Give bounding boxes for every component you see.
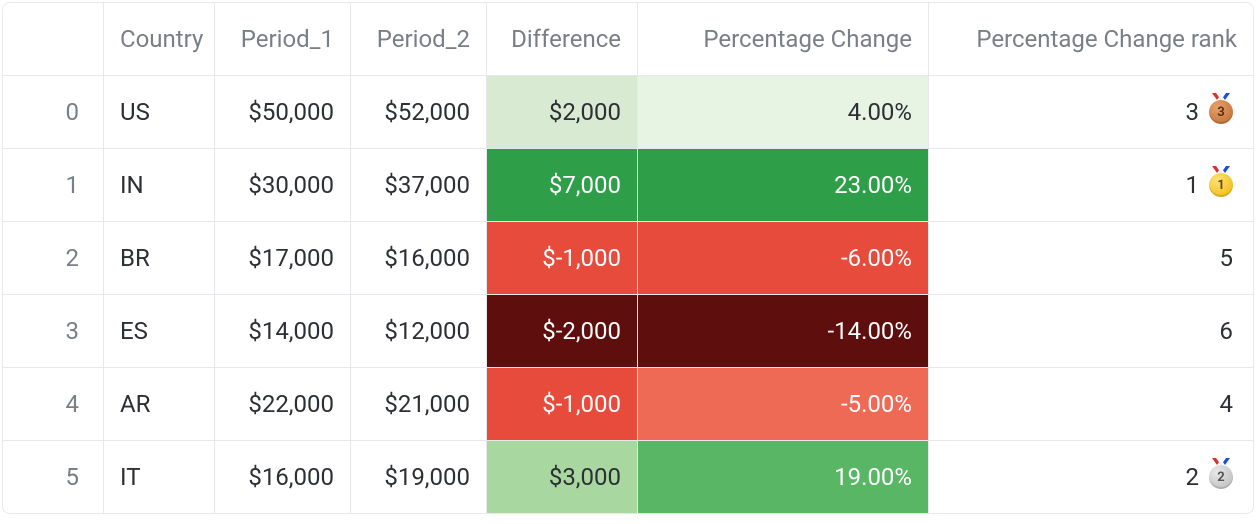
data-table: Country Period_1 Period_2 Difference Per…: [2, 2, 1254, 514]
cell-pct-change: -5.00%: [638, 368, 929, 441]
cell-period2: $37,000: [351, 149, 487, 222]
table: Country Period_1 Period_2 Difference Per…: [3, 3, 1253, 513]
table-body: 0US$50,000$52,000$2,0004.00%331IN$30,000…: [3, 76, 1253, 514]
cell-index: 4: [3, 368, 104, 441]
cell-period2: $52,000: [351, 76, 487, 149]
table-row: 0US$50,000$52,000$2,0004.00%33: [3, 76, 1253, 149]
cell-period2: $16,000: [351, 222, 487, 295]
cell-rank: 5: [929, 222, 1254, 295]
cell-index: 5: [3, 441, 104, 514]
cell-index: 1: [3, 149, 104, 222]
cell-period1: $30,000: [215, 149, 351, 222]
cell-period2: $19,000: [351, 441, 487, 514]
cell-period2: $12,000: [351, 295, 487, 368]
cell-index: 3: [3, 295, 104, 368]
cell-pct-change: -14.00%: [638, 295, 929, 368]
cell-country: IN: [104, 149, 215, 222]
silver-medal-icon: 2: [1209, 465, 1233, 489]
col-country: Country: [104, 3, 215, 76]
cell-difference: $7,000: [487, 149, 638, 222]
cell-period1: $50,000: [215, 76, 351, 149]
rank-number: 4: [1220, 390, 1234, 418]
col-period2: Period_2: [351, 3, 487, 76]
cell-difference: $-1,000: [487, 368, 638, 441]
cell-period1: $17,000: [215, 222, 351, 295]
col-pct-rank-label: Percentage Change rank: [929, 25, 1253, 53]
cell-rank: 6: [929, 295, 1254, 368]
cell-difference: $2,000: [487, 76, 638, 149]
rank-number: 6: [1220, 317, 1234, 345]
cell-rank: 33: [929, 76, 1254, 149]
cell-country: IT: [104, 441, 215, 514]
cell-rank: 4: [929, 368, 1254, 441]
cell-period1: $16,000: [215, 441, 351, 514]
cell-country: ES: [104, 295, 215, 368]
bronze-medal-icon: 3: [1209, 100, 1233, 124]
cell-period1: $14,000: [215, 295, 351, 368]
col-period2-label: Period_2: [351, 25, 486, 53]
cell-pct-change: 19.00%: [638, 441, 929, 514]
col-pct-change-label: Percentage Change: [638, 25, 928, 53]
gold-medal-icon: 1: [1209, 173, 1233, 197]
table-row: 4AR$22,000$21,000$-1,000-5.00%4: [3, 368, 1253, 441]
col-difference-label: Difference: [487, 25, 637, 53]
cell-period2: $21,000: [351, 368, 487, 441]
cell-difference: $-1,000: [487, 222, 638, 295]
cell-index: 0: [3, 76, 104, 149]
cell-pct-change: 23.00%: [638, 149, 929, 222]
cell-pct-change: -6.00%: [638, 222, 929, 295]
table-row: 3ES$14,000$12,000$-2,000-14.00% 6: [3, 295, 1253, 368]
col-country-label: Country: [104, 25, 214, 53]
cell-rank: 22: [929, 441, 1254, 514]
table-row: 1IN$30,000$37,000$7,00023.00%11: [3, 149, 1253, 222]
table-header-row: Country Period_1 Period_2 Difference Per…: [3, 3, 1253, 76]
cell-pct-change: 4.00%: [638, 76, 929, 149]
cell-country: US: [104, 76, 215, 149]
cell-index: 2: [3, 222, 104, 295]
cell-rank: 11: [929, 149, 1254, 222]
cell-difference: $-2,000: [487, 295, 638, 368]
col-period1: Period_1: [215, 3, 351, 76]
cell-country: AR: [104, 368, 215, 441]
table-row: 5IT$16,000$19,000$3,00019.00%22: [3, 441, 1253, 514]
cell-country: BR: [104, 222, 215, 295]
rank-number: 3: [1186, 98, 1200, 126]
col-pct-rank: Percentage Change rank: [929, 3, 1254, 76]
rank-number: 2: [1186, 463, 1200, 491]
table-row: 2BR$17,000$16,000$-1,000-6.00% 5: [3, 222, 1253, 295]
col-period1-label: Period_1: [215, 25, 350, 53]
col-index: [3, 3, 104, 76]
rank-number: 5: [1220, 244, 1234, 272]
cell-difference: $3,000: [487, 441, 638, 514]
col-difference: Difference: [487, 3, 638, 76]
cell-period1: $22,000: [215, 368, 351, 441]
col-pct-change: Percentage Change: [638, 3, 929, 76]
rank-number: 1: [1186, 171, 1200, 199]
